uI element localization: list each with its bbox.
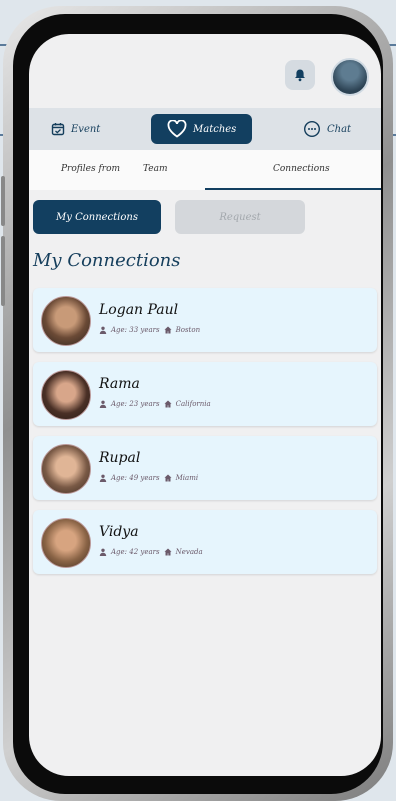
chat-bubble-icon: [303, 120, 321, 138]
active-subtab-indicator: [205, 188, 381, 190]
connection-card[interactable]: Logan Paul Age: 33 years Boston: [33, 288, 377, 352]
connection-age: Age: 23 years: [111, 400, 160, 408]
heart-icon: [167, 120, 187, 138]
side-button: [1, 236, 5, 306]
tab-chat-label: Chat: [327, 123, 352, 135]
tab-matches[interactable]: Matches: [151, 114, 253, 144]
bell-icon: [295, 69, 305, 82]
avatar: [41, 518, 91, 568]
volume-button: [1, 176, 5, 226]
connection-location: Miami: [175, 474, 199, 482]
home-icon: [164, 548, 172, 556]
app-screen: Event Matches Chat Profiles from Team Co…: [29, 34, 381, 776]
home-icon: [164, 474, 172, 482]
connection-name: Logan Paul: [99, 302, 179, 318]
subtab-team[interactable]: Team: [143, 164, 168, 174]
connection-card[interactable]: Rupal Age: 49 years Miami: [33, 436, 377, 500]
sub-tabs: Profiles from Team Connections: [29, 150, 381, 190]
request-button[interactable]: Request: [175, 200, 305, 234]
subtab-connections[interactable]: Connections: [273, 164, 330, 174]
connection-meta: Age: 42 years Nevada: [99, 548, 203, 556]
connection-card[interactable]: Vidya Age: 42 years Nevada: [33, 510, 377, 574]
main-nav: Event Matches Chat: [29, 108, 381, 150]
phone-frame: Event Matches Chat Profiles from Team Co…: [1, 6, 393, 801]
tab-matches-label: Matches: [193, 123, 237, 135]
person-icon: [99, 548, 107, 556]
connection-name: Rupal: [99, 450, 141, 466]
connection-age: Age: 42 years: [111, 548, 160, 556]
connection-location: California: [175, 400, 211, 408]
notification-button[interactable]: [285, 60, 315, 90]
section-title: My Connections: [33, 250, 181, 271]
connection-age: Age: 49 years: [111, 474, 160, 482]
person-icon: [99, 474, 107, 482]
tab-event-label: Event: [71, 123, 101, 135]
avatar: [41, 444, 91, 494]
calendar-icon: [51, 123, 65, 136]
connection-age: Age: 33 years: [111, 326, 160, 334]
connections-list: Logan Paul Age: 33 years Boston Rama Age…: [33, 288, 377, 584]
avatar: [41, 296, 91, 346]
connection-meta: Age: 33 years Boston: [99, 326, 200, 334]
person-icon: [99, 400, 107, 408]
home-icon: [164, 326, 172, 334]
tab-chat[interactable]: Chat: [303, 108, 351, 150]
avatar: [41, 370, 91, 420]
profile-avatar[interactable]: [331, 58, 369, 96]
connection-location: Boston: [175, 326, 201, 334]
connection-location: Nevada: [175, 548, 203, 556]
person-icon: [99, 326, 107, 334]
connection-name: Rama: [99, 376, 140, 392]
connection-name: Vidya: [99, 524, 139, 540]
connection-meta: Age: 23 years California: [99, 400, 211, 408]
home-icon: [164, 400, 172, 408]
connection-card[interactable]: Rama Age: 23 years California: [33, 362, 377, 426]
tab-event[interactable]: Event: [51, 108, 100, 150]
connection-meta: Age: 49 years Miami: [99, 474, 198, 482]
subtab-profiles-from[interactable]: Profiles from: [61, 164, 120, 174]
my-connections-button[interactable]: My Connections: [33, 200, 161, 234]
